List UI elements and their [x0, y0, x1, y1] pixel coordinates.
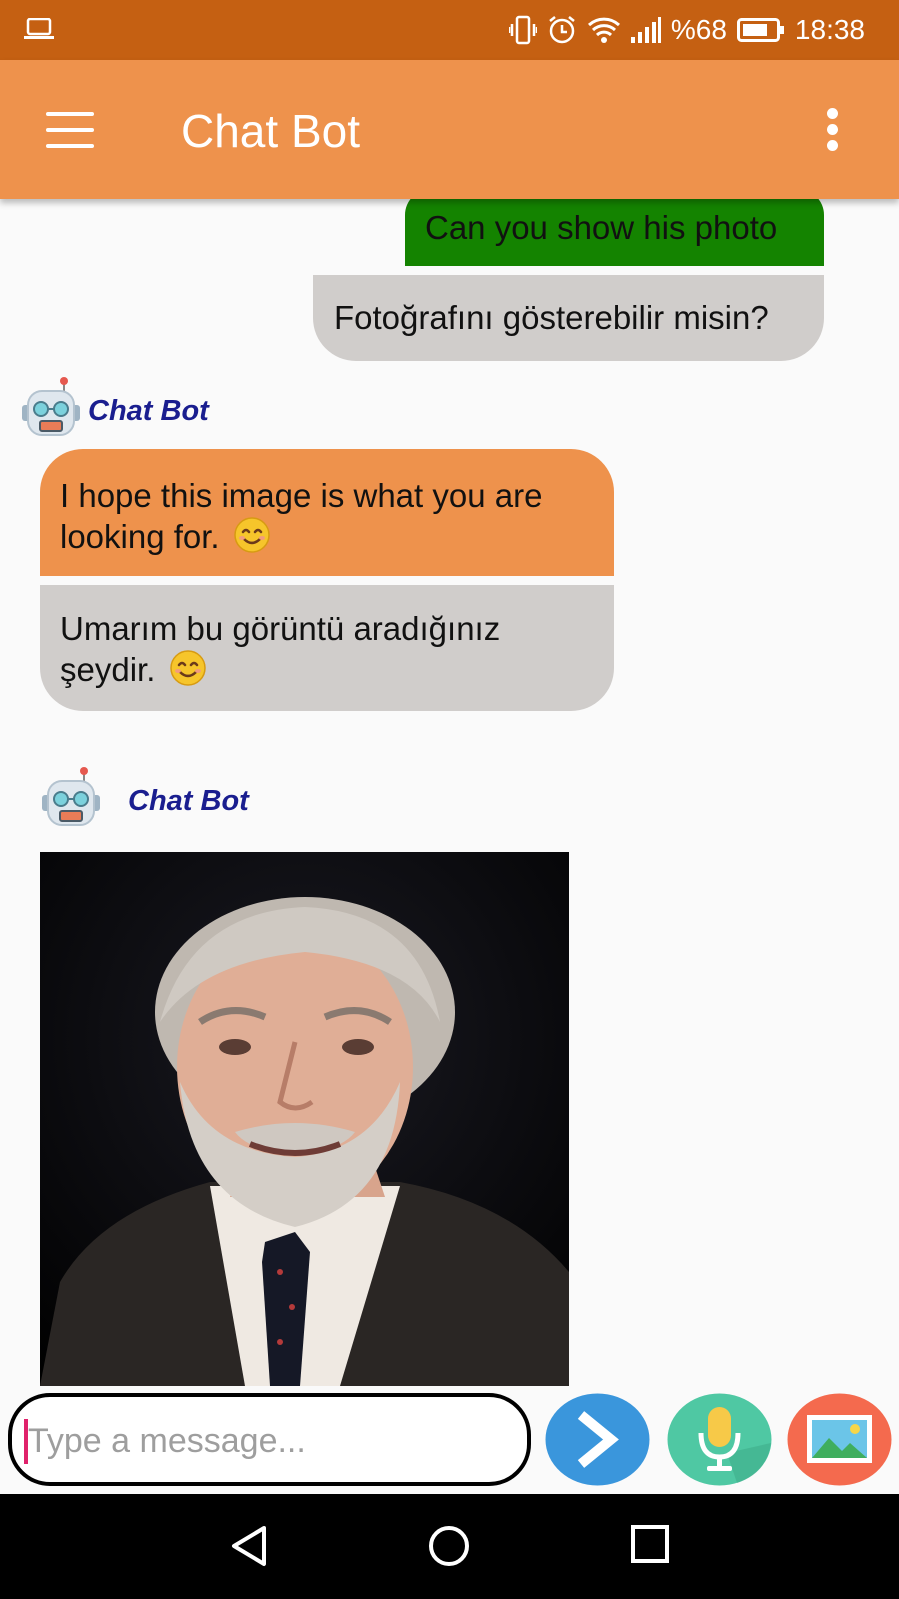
- navigation-bar: [0, 1494, 899, 1599]
- signal-icon: [630, 17, 661, 43]
- status-bar: %68 18:38: [0, 0, 899, 60]
- app-title: Chat Bot: [181, 105, 360, 157]
- vibrate-icon: [508, 15, 537, 45]
- robot-avatar-icon: [40, 767, 102, 836]
- user-message-text: Can you show his photo: [425, 209, 778, 246]
- back-icon[interactable]: [228, 1524, 270, 1573]
- image-gallery-button[interactable]: [787, 1393, 892, 1486]
- recent-apps-icon[interactable]: [630, 1524, 670, 1569]
- smiling-emoji-icon: [169, 649, 207, 696]
- hamburger-menu-icon[interactable]: [46, 112, 94, 148]
- overflow-menu-icon[interactable]: [825, 108, 839, 152]
- user-translation-bubble: Fotoğrafını gösterebilir misin?: [313, 275, 824, 361]
- message-input-container: [8, 1393, 531, 1486]
- alarm-icon: [547, 15, 577, 45]
- bot-image-message[interactable]: [40, 852, 569, 1386]
- image-gallery-icon: [787, 1393, 892, 1486]
- user-translation-text: Fotoğrafını gösterebilir misin?: [334, 299, 769, 336]
- clock: 18:38: [794, 14, 865, 45]
- battery-icon: [736, 18, 785, 42]
- laptop-icon: [24, 17, 54, 45]
- app-bar: Chat Bot: [0, 60, 899, 199]
- bot-header: Chat Bot: [40, 767, 249, 836]
- microphone-icon: [667, 1393, 772, 1486]
- message-input[interactable]: [28, 1413, 508, 1469]
- chat-messages[interactable]: Can you show his photo Fotoğrafını göste…: [0, 199, 899, 1386]
- robot-avatar-icon: [20, 377, 82, 446]
- bot-translation-bubble: Umarım bu görüntü aradığınız şeydir.: [40, 585, 614, 711]
- bot-message-text: I hope this image is what you are lookin…: [60, 477, 543, 555]
- bot-name: Chat Bot: [88, 395, 209, 427]
- microphone-button[interactable]: [667, 1393, 772, 1486]
- user-message-bubble: Can you show his photo: [405, 199, 824, 266]
- wifi-icon: [587, 16, 621, 44]
- bot-message-bubble: I hope this image is what you are lookin…: [40, 449, 614, 576]
- bot-name: Chat Bot: [128, 785, 249, 817]
- send-button[interactable]: [545, 1393, 650, 1486]
- send-icon: [545, 1393, 650, 1486]
- smiling-emoji-icon: [233, 516, 271, 563]
- bot-header: Chat Bot: [20, 377, 209, 446]
- home-icon[interactable]: [427, 1524, 471, 1573]
- bot-translation-text: Umarım bu görüntü aradığınız şeydir.: [60, 610, 501, 688]
- battery-percent: %68: [670, 14, 727, 45]
